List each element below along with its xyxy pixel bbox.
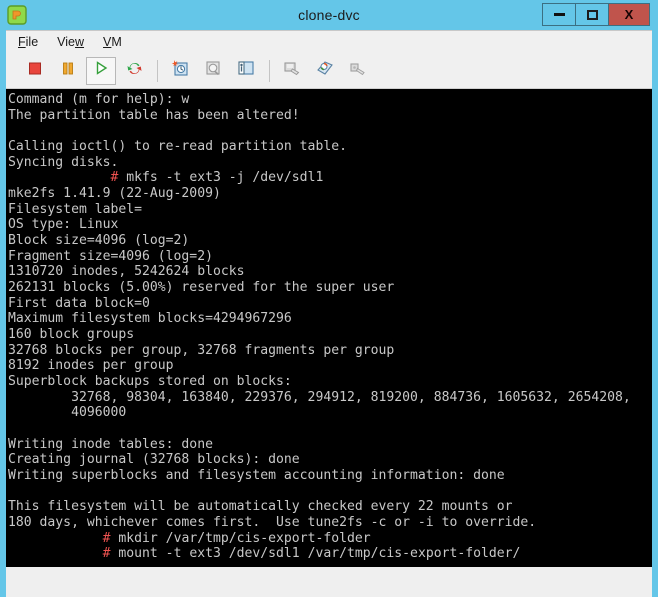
terminal-output-line: Syncing disks. xyxy=(8,154,119,170)
terminal-output-line: Superblock backups stored on blocks: xyxy=(8,374,292,390)
close-icon: X xyxy=(624,7,634,22)
command-text: mkfs -t ext3 -j /dev/sdl1 xyxy=(118,170,324,186)
title-bar: clone-dvc X xyxy=(0,0,658,30)
terminal-command-line: # mount -t ext3 /dev/sdl1 /var/tmp/cis-e… xyxy=(8,546,652,562)
terminal-container: Command (m for help): w The partition tab… xyxy=(6,89,652,597)
terminal-output-line: This filesystem will be automatically ch… xyxy=(8,499,513,515)
close-button[interactable]: X xyxy=(609,4,649,25)
suspend-button[interactable] xyxy=(53,57,83,85)
terminal-output-line: 32768, 98304, 163840, 229376, 294912, 81… xyxy=(8,389,631,405)
terminal-output-line: Writing inode tables: done xyxy=(8,436,213,452)
terminal-output-line: OS type: Linux xyxy=(8,217,119,233)
minimize-icon xyxy=(553,13,565,16)
terminal-output-line: 4096000 xyxy=(8,405,127,421)
terminal-output-line: The partition table has been altered! xyxy=(8,107,300,123)
settings-button[interactable] xyxy=(310,57,340,85)
minimize-button[interactable] xyxy=(543,4,576,25)
terminal-output-line: mke2fs 1.41.9 (22-Aug-2009) xyxy=(8,186,221,202)
maximize-icon xyxy=(586,9,598,20)
menu-item-file[interactable]: File xyxy=(18,35,38,49)
terminal-output-line: Creating journal (32768 blocks): done xyxy=(8,452,300,468)
vm-console-terminal[interactable]: Command (m for help): w The partition tab… xyxy=(6,89,652,567)
shell-prompt: # xyxy=(102,546,111,562)
pause-icon xyxy=(60,60,76,81)
terminal-output-line: Command (m for help): w xyxy=(8,92,190,107)
client-area: File View VM Command (m for help): w The… xyxy=(6,30,652,597)
terminal-output-line: 32768 blocks per group, 32768 fragments … xyxy=(8,342,395,358)
shell-prompt: # xyxy=(102,530,111,546)
window-controls: X xyxy=(542,3,650,26)
terminal-output-line: Filesystem label= xyxy=(8,201,143,217)
terminal-output-line: Maximum filesystem blocks=4294967296 xyxy=(8,311,292,327)
power-on-button[interactable] xyxy=(86,56,116,85)
terminal-output-line: Calling ioctl() to re-read partition tab… xyxy=(8,139,347,155)
power-off-button[interactable] xyxy=(20,57,50,85)
play-triangle-icon xyxy=(93,60,109,81)
menu-item-view[interactable]: View xyxy=(57,35,84,49)
terminal-output-line: Writing superblocks and filesystem accou… xyxy=(8,468,505,484)
terminal-output-line: First data block=0 xyxy=(8,295,150,311)
stop-square-icon xyxy=(27,60,43,81)
terminal-output-line: Block size=4096 (log=2) xyxy=(8,233,190,249)
terminal-output-line: Fragment size=4096 (log=2) xyxy=(8,248,213,264)
maximize-button[interactable] xyxy=(576,4,609,25)
terminal-output-line: 262131 blocks (5.00%) reserved for the s… xyxy=(8,280,395,296)
console-window-icon xyxy=(283,59,301,82)
snapshot-new-icon xyxy=(171,59,189,82)
vm-settings-icon xyxy=(316,59,334,82)
terminal-output-line: 180 days, whichever comes first. Use tun… xyxy=(8,515,537,531)
snapshot-manager-icon xyxy=(237,59,255,82)
terminal-output-line: 160 block groups xyxy=(8,327,135,343)
snapshot-manager-button[interactable] xyxy=(231,57,261,85)
toolbar-separator-2 xyxy=(269,59,270,82)
command-text: mount -t ext3 /dev/sdl1 /var/tmp/cis-exp… xyxy=(110,546,521,562)
vm-app-icon xyxy=(7,5,27,25)
menu-item-vm[interactable]: VM xyxy=(103,35,122,49)
terminal-command-line: # mkfs -t ext3 -j /dev/sdl1 xyxy=(8,170,652,186)
terminal-output: Command (m for help): w The partition tab… xyxy=(8,92,652,562)
status-bar xyxy=(6,567,652,597)
terminal-output-line: 8192 inodes per group xyxy=(8,358,174,374)
snapshot-revert-button[interactable] xyxy=(198,57,228,85)
snapshot-revert-icon xyxy=(204,59,222,82)
tool-bar xyxy=(6,53,652,89)
toolbar-separator xyxy=(157,59,158,82)
terminal-command-line: # mkdir /var/tmp/cis-export-folder xyxy=(8,531,652,547)
console-button[interactable] xyxy=(277,57,307,85)
terminal-output-line: 1310720 inodes, 5242624 blocks xyxy=(8,264,245,280)
snapshot-take-button[interactable] xyxy=(165,57,195,85)
command-text: mkdir /var/tmp/cis-export-folder xyxy=(110,530,371,546)
vm-console-window: clone-dvc X File View VM Command (m for … xyxy=(0,0,658,597)
devices-button[interactable] xyxy=(343,57,373,85)
usb-device-icon xyxy=(349,59,367,82)
menu-bar: File View VM xyxy=(6,31,652,53)
reset-button[interactable] xyxy=(119,57,149,85)
restart-arrows-icon xyxy=(126,60,143,82)
